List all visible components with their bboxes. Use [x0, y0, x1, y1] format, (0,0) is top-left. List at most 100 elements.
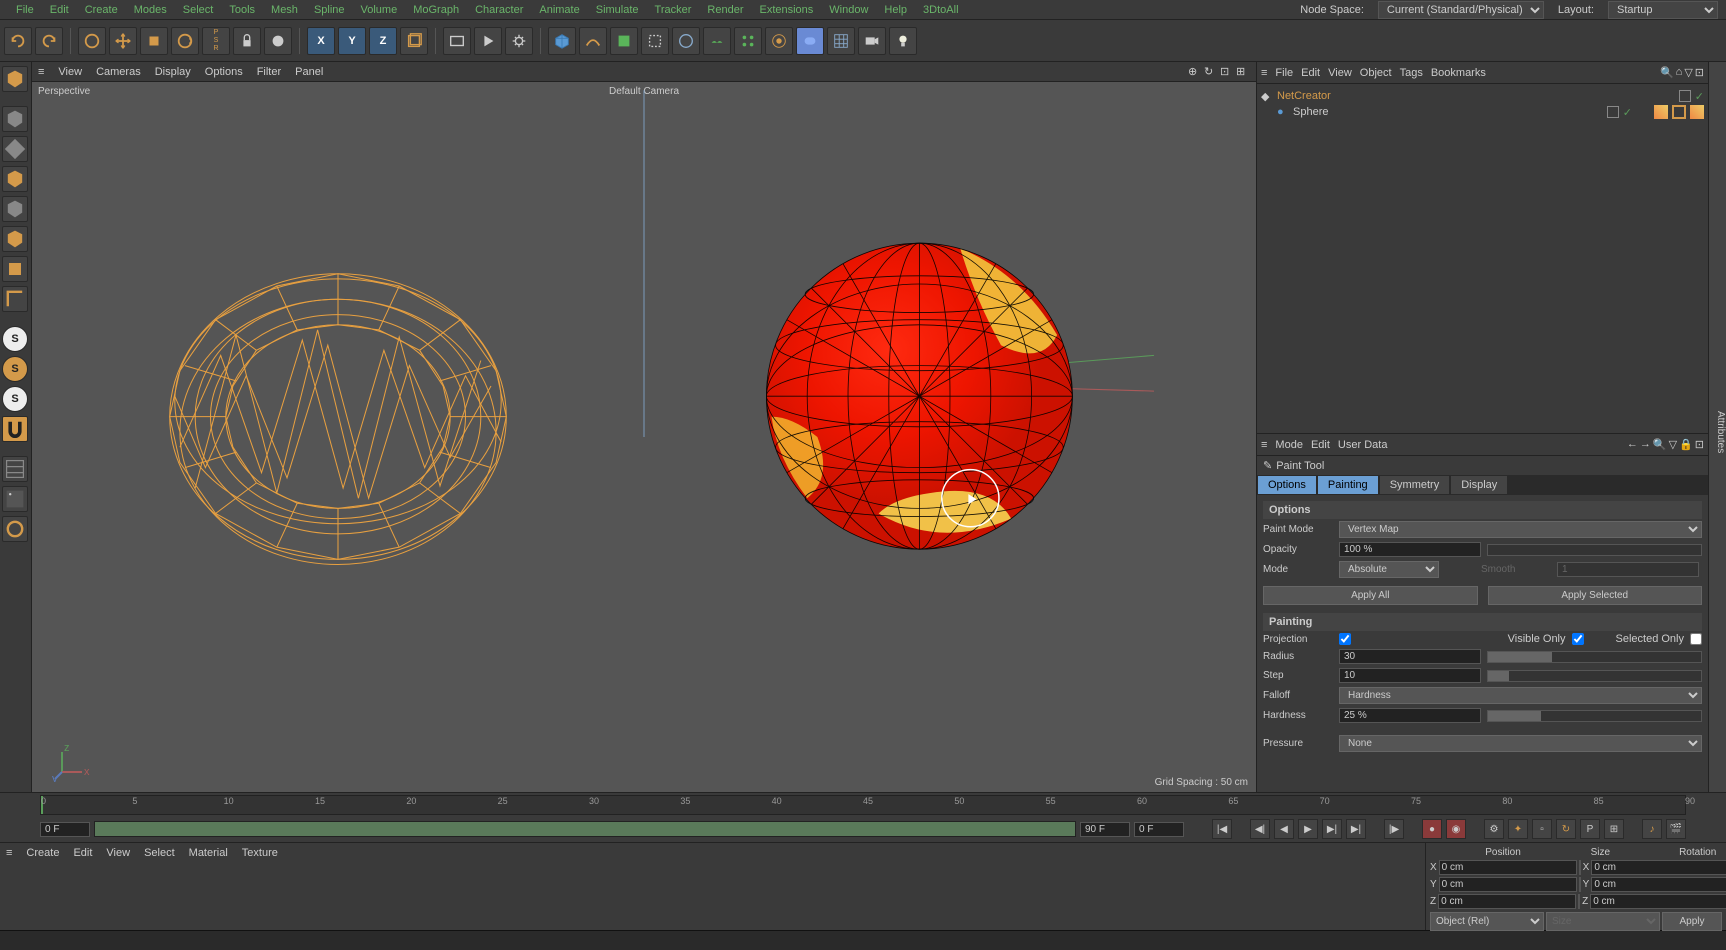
field-button[interactable]	[765, 27, 793, 55]
selected-only-checkbox[interactable]	[1690, 633, 1702, 645]
object-tree[interactable]: ◆ NetCreator ✓ ● Sphere ✓	[1257, 84, 1708, 434]
record-button[interactable]: ●	[1422, 819, 1442, 839]
tag-icon-2[interactable]	[1672, 105, 1686, 119]
pos-y-input[interactable]	[1439, 877, 1577, 892]
opacity-input[interactable]	[1339, 542, 1481, 557]
vp-menu-panel[interactable]: Panel	[295, 66, 323, 78]
key-param-button[interactable]: P	[1580, 819, 1600, 839]
menu-animate[interactable]: Animate	[531, 4, 587, 16]
spline-primitive-button[interactable]	[579, 27, 607, 55]
menu-file[interactable]: File	[8, 4, 42, 16]
vp-nav-icon-2[interactable]: ↻	[1204, 65, 1218, 79]
spinner[interactable]	[1578, 894, 1580, 909]
spinner[interactable]	[1579, 860, 1581, 875]
vp-menu-cameras[interactable]: Cameras	[96, 66, 141, 78]
generator-button[interactable]	[610, 27, 638, 55]
menu-create[interactable]: Create	[77, 4, 126, 16]
size-y-input[interactable]	[1591, 877, 1726, 892]
obj-menu-tags[interactable]: Tags	[1400, 67, 1423, 79]
tag-icon-3[interactable]	[1690, 105, 1704, 119]
obj-menu-file[interactable]: File	[1275, 67, 1293, 79]
spinner[interactable]	[1579, 877, 1581, 892]
mat-menu-create[interactable]: Create	[26, 847, 59, 859]
viewport[interactable]: Perspective Default Camera Grid Spacing …	[32, 82, 1256, 792]
key-pos-button[interactable]: ✦	[1508, 819, 1528, 839]
menu-window[interactable]: Window	[821, 4, 876, 16]
menu-extensions[interactable]: Extensions	[751, 4, 821, 16]
paint-mode-select[interactable]: Vertex Map	[1339, 521, 1702, 538]
next-key-button[interactable]: |▶	[1384, 819, 1404, 839]
visibility-toggle[interactable]	[1607, 106, 1619, 118]
end-frame-input[interactable]	[1080, 822, 1130, 837]
object-row-netcreator[interactable]: ◆ NetCreator ✓	[1261, 88, 1704, 104]
opacity-slider[interactable]	[1487, 544, 1702, 556]
key-scale-button[interactable]: ▫	[1532, 819, 1552, 839]
goto-start-button[interactable]: |◀	[1212, 819, 1232, 839]
menu-volume[interactable]: Volume	[353, 4, 406, 16]
hamburger-icon[interactable]: ≡	[6, 847, 12, 859]
vp-nav-icon-3[interactable]: ⊡	[1220, 65, 1234, 79]
menu-mograph[interactable]: MoGraph	[405, 4, 467, 16]
pressure-select[interactable]: None	[1339, 735, 1702, 752]
step-slider[interactable]	[1487, 670, 1702, 682]
deformer-button[interactable]	[641, 27, 669, 55]
obj-menu-edit[interactable]: Edit	[1301, 67, 1320, 79]
home-icon[interactable]: ⌂	[1676, 66, 1683, 79]
radius-slider[interactable]	[1487, 651, 1702, 663]
goto-end-button[interactable]: ▶|	[1346, 819, 1366, 839]
start-frame-input[interactable]	[40, 822, 90, 837]
obj-menu-object[interactable]: Object	[1360, 67, 1392, 79]
vp-menu-display[interactable]: Display	[155, 66, 191, 78]
tab-painting[interactable]: Painting	[1317, 475, 1379, 495]
lock-icon[interactable]: 🔒	[1679, 438, 1693, 451]
vp-nav-icon-4[interactable]: ⊞	[1236, 65, 1250, 79]
autokey-button[interactable]: ◉	[1446, 819, 1466, 839]
menu-mesh[interactable]: Mesh	[263, 4, 306, 16]
menu-character[interactable]: Character	[467, 4, 531, 16]
expand-icon[interactable]: ⊡	[1695, 66, 1704, 79]
menu-3dtoall[interactable]: 3DtoAll	[915, 4, 966, 16]
timeline-range-bar[interactable]	[94, 821, 1076, 837]
visible-only-checkbox[interactable]	[1572, 633, 1584, 645]
vp-nav-icon-1[interactable]: ⊕	[1188, 65, 1202, 79]
attr-menu-edit[interactable]: Edit	[1311, 439, 1330, 451]
render-button[interactable]	[474, 27, 502, 55]
right-strip-tabs[interactable]: Attributes	[1708, 62, 1726, 792]
menu-render[interactable]: Render	[699, 4, 751, 16]
obj-menu-bookmarks[interactable]: Bookmarks	[1431, 67, 1486, 79]
mode-button-6[interactable]	[2, 256, 28, 282]
menu-tracker[interactable]: Tracker	[647, 4, 700, 16]
menu-modes[interactable]: Modes	[126, 4, 175, 16]
menu-edit[interactable]: Edit	[42, 4, 77, 16]
model-mode-button[interactable]	[2, 66, 28, 92]
menu-simulate[interactable]: Simulate	[588, 4, 647, 16]
scale-tool-button[interactable]	[140, 27, 168, 55]
mat-menu-texture[interactable]: Texture	[242, 847, 278, 859]
key-rot-button[interactable]: ↻	[1556, 819, 1576, 839]
next-frame-button[interactable]: ▶|	[1322, 819, 1342, 839]
render-view-button[interactable]	[443, 27, 471, 55]
magnet-button[interactable]	[2, 416, 28, 442]
psr-button[interactable]: PSR	[202, 27, 230, 55]
obj-menu-view[interactable]: View	[1328, 67, 1352, 79]
environment-button[interactable]	[672, 27, 700, 55]
radius-input[interactable]	[1339, 649, 1481, 664]
hamburger-icon[interactable]: ≡	[1261, 67, 1267, 79]
rotate-tool-button[interactable]	[171, 27, 199, 55]
mode-select[interactable]: Absolute	[1339, 561, 1439, 578]
node-space-select[interactable]: Current (Standard/Physical)	[1378, 1, 1544, 19]
redo-button[interactable]	[35, 27, 63, 55]
tab-display[interactable]: Display	[1450, 475, 1508, 495]
falloff-select[interactable]: Hardness	[1339, 687, 1702, 704]
workplane-button-3[interactable]	[2, 516, 28, 542]
play-back-button[interactable]: ◀	[1274, 819, 1294, 839]
mode-button-7[interactable]	[2, 286, 28, 312]
size-z-input[interactable]	[1590, 894, 1726, 909]
forward-icon[interactable]: →	[1640, 438, 1651, 451]
current-frame-input[interactable]	[1134, 822, 1184, 837]
play-button[interactable]: ▶	[1298, 819, 1318, 839]
lock-axis-button[interactable]	[233, 27, 261, 55]
menu-select[interactable]: Select	[175, 4, 222, 16]
snap-button-3[interactable]: S	[2, 386, 28, 412]
mat-menu-select[interactable]: Select	[144, 847, 175, 859]
